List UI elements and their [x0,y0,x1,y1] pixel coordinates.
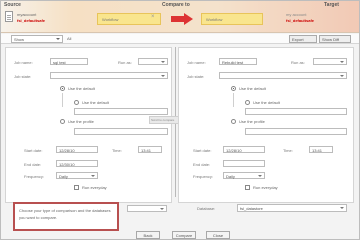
source-repeat-checkbox[interactable] [74,185,79,190]
document-icon [5,11,13,22]
source-account: myaccount [17,12,37,17]
target-repeat-checkbox[interactable] [245,185,250,190]
target-time-field[interactable]: 13:41 [309,146,333,153]
toolbar: Show All Export Show Diff [1,34,359,44]
source-job-state-dropdown[interactable] [50,72,168,79]
target-database: fsl_defaultsafe [286,18,315,23]
instruction-note: Choose your type of comparison and the d… [13,202,119,231]
view-select[interactable]: Show [11,35,63,43]
target-default-sub-radio[interactable] [245,100,250,105]
target-default-sub-option: Use the default [253,100,280,105]
target-job-state-label: Job state: [187,74,205,79]
source-job-state-label: Job state: [14,74,32,79]
target-panel: Job name: Rebuild test Run as: Job state… [178,47,354,203]
target-job-name-label: Job name: [187,60,206,65]
compare-arrow-icon [171,13,193,25]
source-object-label: Workflow [102,17,119,22]
source-section-label: Source [4,2,21,8]
target-default-option: Use the default [239,86,266,91]
back-button[interactable]: Back [136,231,160,239]
target-profile-radio[interactable] [231,119,236,124]
target-job-name-field[interactable]: Rebuild test [219,58,257,65]
source-profile-option: Use the profile [68,119,94,124]
source-profile-radio[interactable] [60,119,65,124]
source-end-date-field[interactable]: 12/30/10 [56,160,98,167]
target-object-label: Workflow [206,17,223,22]
source-default-radio[interactable] [60,86,65,91]
source-panel: Job name: sql test Run as: Job state: Us… [5,47,172,203]
target-start-date-field[interactable]: 12/28/10 [223,146,265,153]
source-profile-input[interactable] [74,128,168,135]
compare-section-label: Compare to [162,2,190,8]
source-start-date-label: Start date: [24,148,43,153]
show-all-toggle[interactable]: All [67,36,71,41]
close-button[interactable]: Close [206,231,230,239]
target-job-state-dropdown[interactable] [219,72,347,79]
source-frequency-dropdown[interactable]: Daily [56,172,98,179]
separator-x-icon: × [151,14,155,20]
source-run-as-dropdown[interactable] [138,58,168,65]
target-profile-input[interactable] [245,128,347,135]
source-start-date-field[interactable]: 12/28/10 [56,146,98,153]
target-time-label: Time: [283,148,293,153]
source-frequency-label: Frequency: [24,174,45,179]
compare-header: Source Compare to Target myaccount fsl_d… [1,1,359,33]
source-repeat-label: Run everyday [82,185,107,190]
view-select-value: Show [14,37,25,42]
tree-connector [62,93,63,107]
target-database-label: Database: [197,206,216,211]
source-end-date-label: End date: [24,162,42,167]
target-end-date-label: End date: [193,162,211,167]
tree-connector [233,93,234,107]
compare-window: Source Compare to Target myaccount fsl_d… [0,0,360,240]
source-database-dropdown[interactable] [127,205,167,212]
target-object-box[interactable]: Workflow [201,13,263,25]
target-start-date-label: Start date: [193,148,212,153]
source-default-sub-radio[interactable] [74,100,79,105]
export-button[interactable]: Export [289,35,317,43]
show-diff-button[interactable]: Show Diff [319,35,351,43]
target-repeat-label: Run everyday [253,185,278,190]
target-default-input[interactable] [245,108,347,115]
target-account: my account [286,12,307,17]
target-end-date-field[interactable] [223,160,265,167]
source-time-field[interactable]: 13:41 [138,146,162,153]
compare-button[interactable]: Compare [172,231,196,239]
target-run-as-label: Run as: [291,60,305,65]
target-run-as-dropdown[interactable] [313,58,347,65]
source-database: fsl_defaultsafe [17,18,46,23]
target-default-radio[interactable] [231,86,236,91]
source-job-name-label: Job name: [14,60,33,65]
source-default-input[interactable] [74,108,168,115]
target-database-dropdown[interactable]: fsl_datastore [237,204,347,212]
source-job-name-field[interactable]: sql test [50,58,88,65]
target-frequency-label: Frequency: [193,174,214,179]
source-default-option: Use the default [68,86,95,91]
source-default-sub-option: Use the default [82,100,109,105]
target-profile-option: Use the profile [239,119,265,124]
target-frequency-dropdown[interactable]: Daily [223,172,265,179]
source-time-label: Time: [112,148,122,153]
target-section-label: Target [324,2,339,8]
source-run-as-label: Run as: [118,60,132,65]
